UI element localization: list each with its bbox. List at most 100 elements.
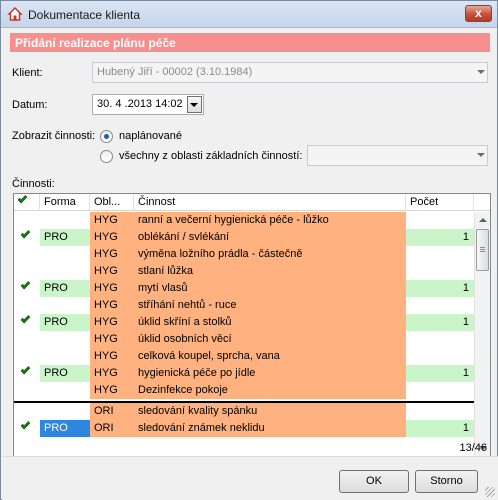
header-pocet[interactable]: Počet — [406, 194, 474, 211]
check-icon — [20, 420, 31, 430]
header-oblast[interactable]: Obl... — [90, 194, 134, 211]
table-row[interactable]: PRO HYG úklid skříní a stolků 1 — [14, 314, 474, 331]
row-pocet[interactable] — [406, 212, 474, 229]
row-pocet[interactable]: 1 — [406, 314, 474, 331]
row-pocet[interactable] — [406, 297, 474, 314]
row-check-cell[interactable] — [14, 382, 40, 399]
row-forma[interactable]: PRO — [40, 280, 90, 297]
row-check-cell[interactable] — [14, 348, 40, 365]
row-check-cell[interactable] — [14, 331, 40, 348]
cancel-button[interactable]: Storno — [415, 470, 478, 493]
date-picker[interactable]: 30. 4 .2013 14:02 — [92, 94, 204, 115]
row-cinnost: stlaní lůžka — [134, 263, 406, 280]
row-forma[interactable] — [40, 382, 90, 399]
row-pocet[interactable]: 1 — [406, 229, 474, 246]
row-pocet[interactable] — [406, 382, 474, 399]
row-check-cell[interactable] — [14, 212, 40, 229]
table-row[interactable]: PRO HYG mytí vlasů 1 — [14, 280, 474, 297]
resize-grip[interactable] — [485, 487, 495, 497]
row-oblast: HYG — [90, 331, 134, 348]
radio-all-area-label[interactable]: všechny z oblasti základních činností: — [119, 150, 302, 162]
row-forma[interactable]: PRO — [40, 420, 90, 437]
row-forma[interactable] — [40, 297, 90, 314]
row-oblast: HYG — [90, 297, 134, 314]
row-cinnost: hygienická péče po jídle — [134, 365, 406, 382]
header-cinnost[interactable]: Činnost — [134, 194, 406, 211]
client-value: Hubený Jiří - 00002 (3.10.1984) — [97, 66, 253, 78]
row-cinnost: celková koupel, sprcha, vana — [134, 348, 406, 365]
row-check-cell[interactable] — [14, 246, 40, 263]
table-row[interactable]: HYG celková koupel, sprcha, vana — [14, 348, 474, 365]
row-oblast: HYG — [90, 229, 134, 246]
row-cinnost: mytí vlasů — [134, 280, 406, 297]
row-forma[interactable]: PRO — [40, 229, 90, 246]
table-row[interactable]: PRO ORI sledování známek neklidu 1 — [14, 420, 474, 437]
table-row[interactable]: ORI sledování kvality spánku — [14, 403, 474, 420]
row-oblast: HYG — [90, 348, 134, 365]
row-pocet[interactable]: 1 — [406, 365, 474, 382]
row-forma[interactable] — [40, 348, 90, 365]
section-banner: Přidání realizace plánu péče — [10, 33, 490, 52]
row-pocet[interactable] — [406, 348, 474, 365]
chevron-down-icon — [477, 70, 485, 74]
row-cinnost: výměna ložního prádla - částečně — [134, 246, 406, 263]
date-dropdown-button[interactable] — [187, 96, 202, 113]
row-pocet[interactable] — [406, 263, 474, 280]
row-forma[interactable] — [40, 331, 90, 348]
row-check-cell[interactable] — [14, 280, 40, 297]
client-combo[interactable]: Hubený Jiří - 00002 (3.10.1984) — [92, 62, 488, 83]
table-row[interactable]: PRO HYG hygienická péče po jídle 1 — [14, 365, 474, 382]
row-check-cell[interactable] — [14, 365, 40, 382]
row-forma[interactable] — [40, 246, 90, 263]
radio-selected-dot — [104, 134, 109, 139]
ok-button[interactable]: OK — [339, 470, 409, 493]
area-combo[interactable] — [307, 145, 488, 166]
scroll-thumb[interactable] — [476, 229, 489, 271]
row-oblast: ORI — [90, 420, 134, 437]
scroll-up-button[interactable] — [475, 212, 490, 228]
table-row[interactable]: HYG stlaní lůžka — [14, 263, 474, 280]
header-check[interactable] — [14, 194, 40, 211]
row-forma[interactable] — [40, 403, 90, 420]
row-pocet[interactable]: 1 — [406, 420, 474, 437]
button-bar: OK Storno — [2, 456, 498, 500]
header-forma[interactable]: Forma — [40, 194, 90, 211]
row-forma[interactable]: PRO — [40, 314, 90, 331]
table-row[interactable]: HYG Dezinfekce pokoje — [14, 382, 474, 399]
row-pocet[interactable] — [406, 403, 474, 420]
radio-planned-label[interactable]: naplánované — [119, 130, 182, 142]
table-row[interactable]: HYG stříhání nehtů - ruce — [14, 297, 474, 314]
row-oblast: HYG — [90, 382, 134, 399]
vertical-scrollbar[interactable] — [474, 212, 490, 457]
home-app-icon — [7, 6, 23, 21]
row-check-cell[interactable] — [14, 263, 40, 280]
row-check-cell[interactable] — [14, 297, 40, 314]
row-check-cell[interactable] — [14, 420, 40, 437]
grip-line — [480, 249, 485, 250]
row-cinnost: sledování známek neklidu — [134, 420, 406, 437]
row-check-cell[interactable] — [14, 229, 40, 246]
row-pocet[interactable] — [406, 246, 474, 263]
row-forma[interactable]: PRO — [40, 365, 90, 382]
grip-line — [480, 247, 485, 248]
table-row[interactable]: HYG úklid osobních věcí — [14, 331, 474, 348]
row-cinnost: úklid skříní a stolků — [134, 314, 406, 331]
activities-grid[interactable]: Forma Obl... Činnost Počet HYG ranní a ve… — [13, 193, 491, 458]
close-button[interactable]: x — [465, 5, 492, 22]
row-cinnost: úklid osobních věcí — [134, 331, 406, 348]
radio-planned[interactable] — [100, 130, 113, 143]
row-cinnost: sledování kvality spánku — [134, 403, 406, 420]
row-oblast: HYG — [90, 365, 134, 382]
row-pocet[interactable] — [406, 331, 474, 348]
row-forma[interactable] — [40, 263, 90, 280]
row-oblast: HYG — [90, 280, 134, 297]
radio-all-area[interactable] — [100, 150, 113, 163]
table-row[interactable]: HYG výměna ložního prádla - částečně — [14, 246, 474, 263]
table-row[interactable]: PRO HYG oblékání / svlékání 1 — [14, 229, 474, 246]
row-check-cell[interactable] — [14, 314, 40, 331]
table-row[interactable]: HYG ranní a večerní hygienická péče - lůž… — [14, 212, 474, 229]
row-forma[interactable] — [40, 212, 90, 229]
row-pocet[interactable]: 1 — [406, 280, 474, 297]
title-bar[interactable]: Dokumentace klienta x — [1, 1, 497, 28]
row-check-cell[interactable] — [14, 403, 40, 420]
